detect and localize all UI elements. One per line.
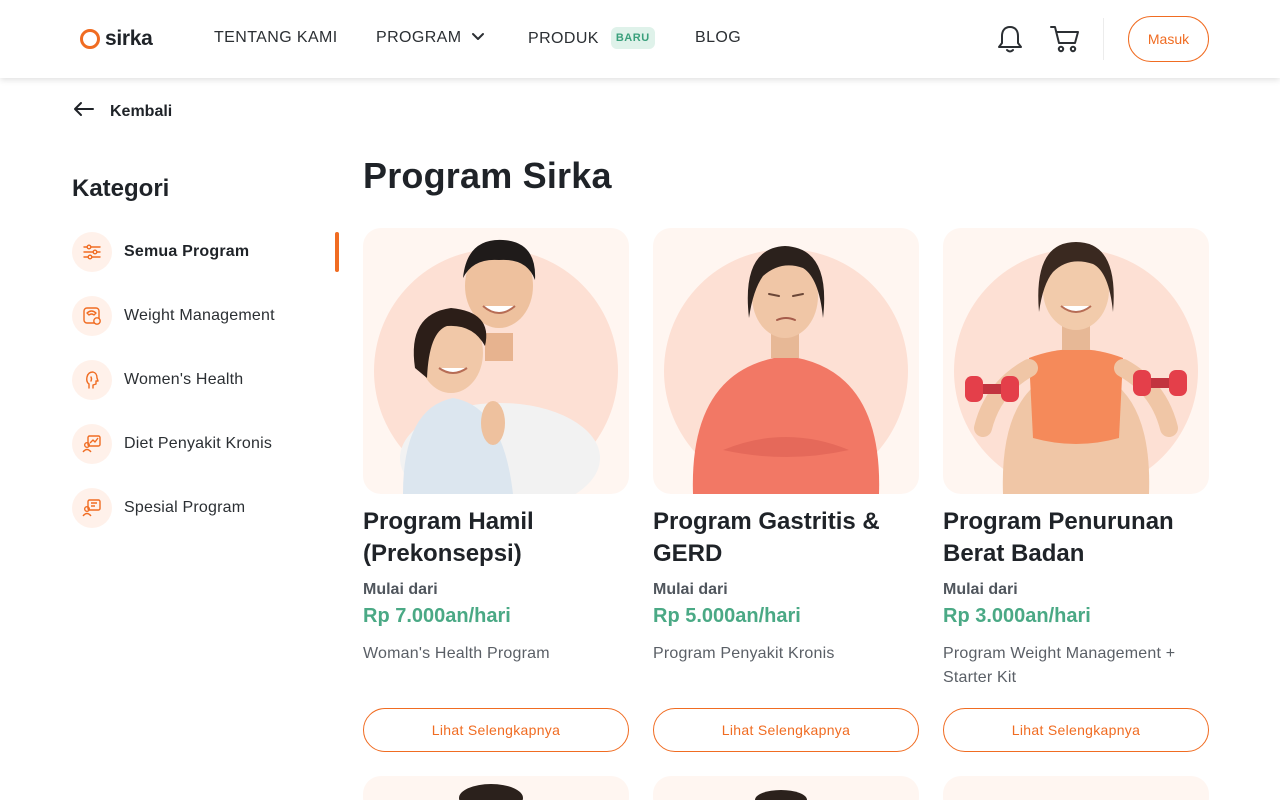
card-price: Rp 7.000an/hari bbox=[363, 605, 511, 627]
woman-profile-icon bbox=[72, 360, 112, 400]
category-label: Weight Management bbox=[124, 307, 275, 324]
price-from-label: Mulai dari bbox=[943, 581, 1018, 598]
couple-photo[interactable] bbox=[363, 228, 629, 494]
notification-bell-icon[interactable] bbox=[994, 22, 1026, 56]
shopping-cart-icon[interactable] bbox=[1048, 22, 1082, 56]
category-semua-program[interactable]: Semua Program bbox=[72, 230, 340, 274]
woman-dumbbells-photo[interactable] bbox=[943, 228, 1209, 494]
logo-text: sirka bbox=[105, 27, 153, 50]
next-card-image[interactable] bbox=[653, 776, 919, 800]
top-header: sirka TENTANG KAMI PROGRAM PRODUK BARU B… bbox=[0, 0, 1280, 78]
special-program-icon bbox=[72, 488, 112, 528]
chart-person-icon bbox=[72, 424, 112, 464]
card-title: Program Penurunan Berat Badan bbox=[943, 508, 1174, 567]
sirka-logo[interactable]: sirka bbox=[80, 27, 153, 51]
card-title: Program Gastritis & GERD bbox=[653, 508, 880, 567]
program-card-hamil: Program Hamil (Prekonsepsi) Mulai dari R… bbox=[363, 228, 629, 752]
nav-program[interactable]: PROGRAM bbox=[376, 29, 485, 47]
category-label: Spesial Program bbox=[124, 499, 246, 516]
active-indicator bbox=[335, 232, 339, 272]
new-badge: BARU bbox=[610, 27, 655, 49]
filter-sliders-icon bbox=[72, 232, 112, 272]
logo-ring-icon bbox=[80, 29, 100, 49]
nav-produk[interactable]: PRODUK BARU bbox=[528, 27, 655, 49]
category-label: Semua Program bbox=[124, 243, 250, 260]
back-link[interactable]: Kembali bbox=[72, 100, 172, 123]
card-description: Woman's Health Program bbox=[363, 645, 550, 662]
nav-blog[interactable]: BLOG bbox=[695, 29, 741, 47]
program-card-penurunan-berat-badan: Program Penurunan Berat Badan Mulai dari… bbox=[943, 228, 1209, 752]
category-label: Diet Penyakit Kronis bbox=[124, 435, 273, 452]
program-card-gastritis: Program Gastritis & GERD Mulai dari Rp 5… bbox=[653, 228, 919, 752]
category-womens-health[interactable]: Women's Health bbox=[72, 358, 340, 402]
view-details-button[interactable]: Lihat Selengkapnya bbox=[363, 708, 629, 752]
chevron-down-icon bbox=[471, 29, 485, 47]
next-card-image[interactable] bbox=[943, 776, 1209, 800]
card-description: Program Penyakit Kronis bbox=[653, 645, 835, 662]
next-card-image[interactable] bbox=[363, 776, 629, 800]
category-diet-penyakit-kronis[interactable]: Diet Penyakit Kronis bbox=[72, 422, 340, 466]
category-weight-management[interactable]: Weight Management bbox=[72, 294, 340, 338]
nav-label: TENTANG KAMI bbox=[214, 29, 338, 46]
nav-label: BLOG bbox=[695, 29, 742, 46]
category-spesial-program[interactable]: Spesial Program bbox=[72, 486, 340, 530]
sidebar-title: Kategori bbox=[72, 175, 170, 202]
header-divider bbox=[1103, 18, 1104, 60]
back-label: Kembali bbox=[110, 102, 173, 120]
nav-label: PRODUK bbox=[528, 30, 599, 47]
price-from-label: Mulai dari bbox=[653, 581, 728, 598]
nav-label: PROGRAM bbox=[376, 29, 462, 46]
page-title: Program Sirka bbox=[363, 155, 612, 196]
category-label: Women's Health bbox=[124, 371, 244, 388]
view-details-button[interactable]: Lihat Selengkapnya bbox=[653, 708, 919, 752]
card-price: Rp 5.000an/hari bbox=[653, 605, 801, 627]
arrow-left-icon bbox=[72, 100, 96, 123]
scale-icon bbox=[72, 296, 112, 336]
card-title: Program Hamil (Prekonsepsi) bbox=[363, 508, 534, 567]
login-button[interactable]: Masuk bbox=[1128, 16, 1209, 62]
view-details-button[interactable]: Lihat Selengkapnya bbox=[943, 708, 1209, 752]
woman-stomach-pain-photo[interactable] bbox=[653, 228, 919, 494]
card-description: Program Weight Management + Starter Kit bbox=[943, 645, 1176, 686]
price-from-label: Mulai dari bbox=[363, 581, 438, 598]
card-price: Rp 3.000an/hari bbox=[943, 605, 1091, 627]
nav-tentang-kami[interactable]: TENTANG KAMI bbox=[214, 29, 338, 47]
